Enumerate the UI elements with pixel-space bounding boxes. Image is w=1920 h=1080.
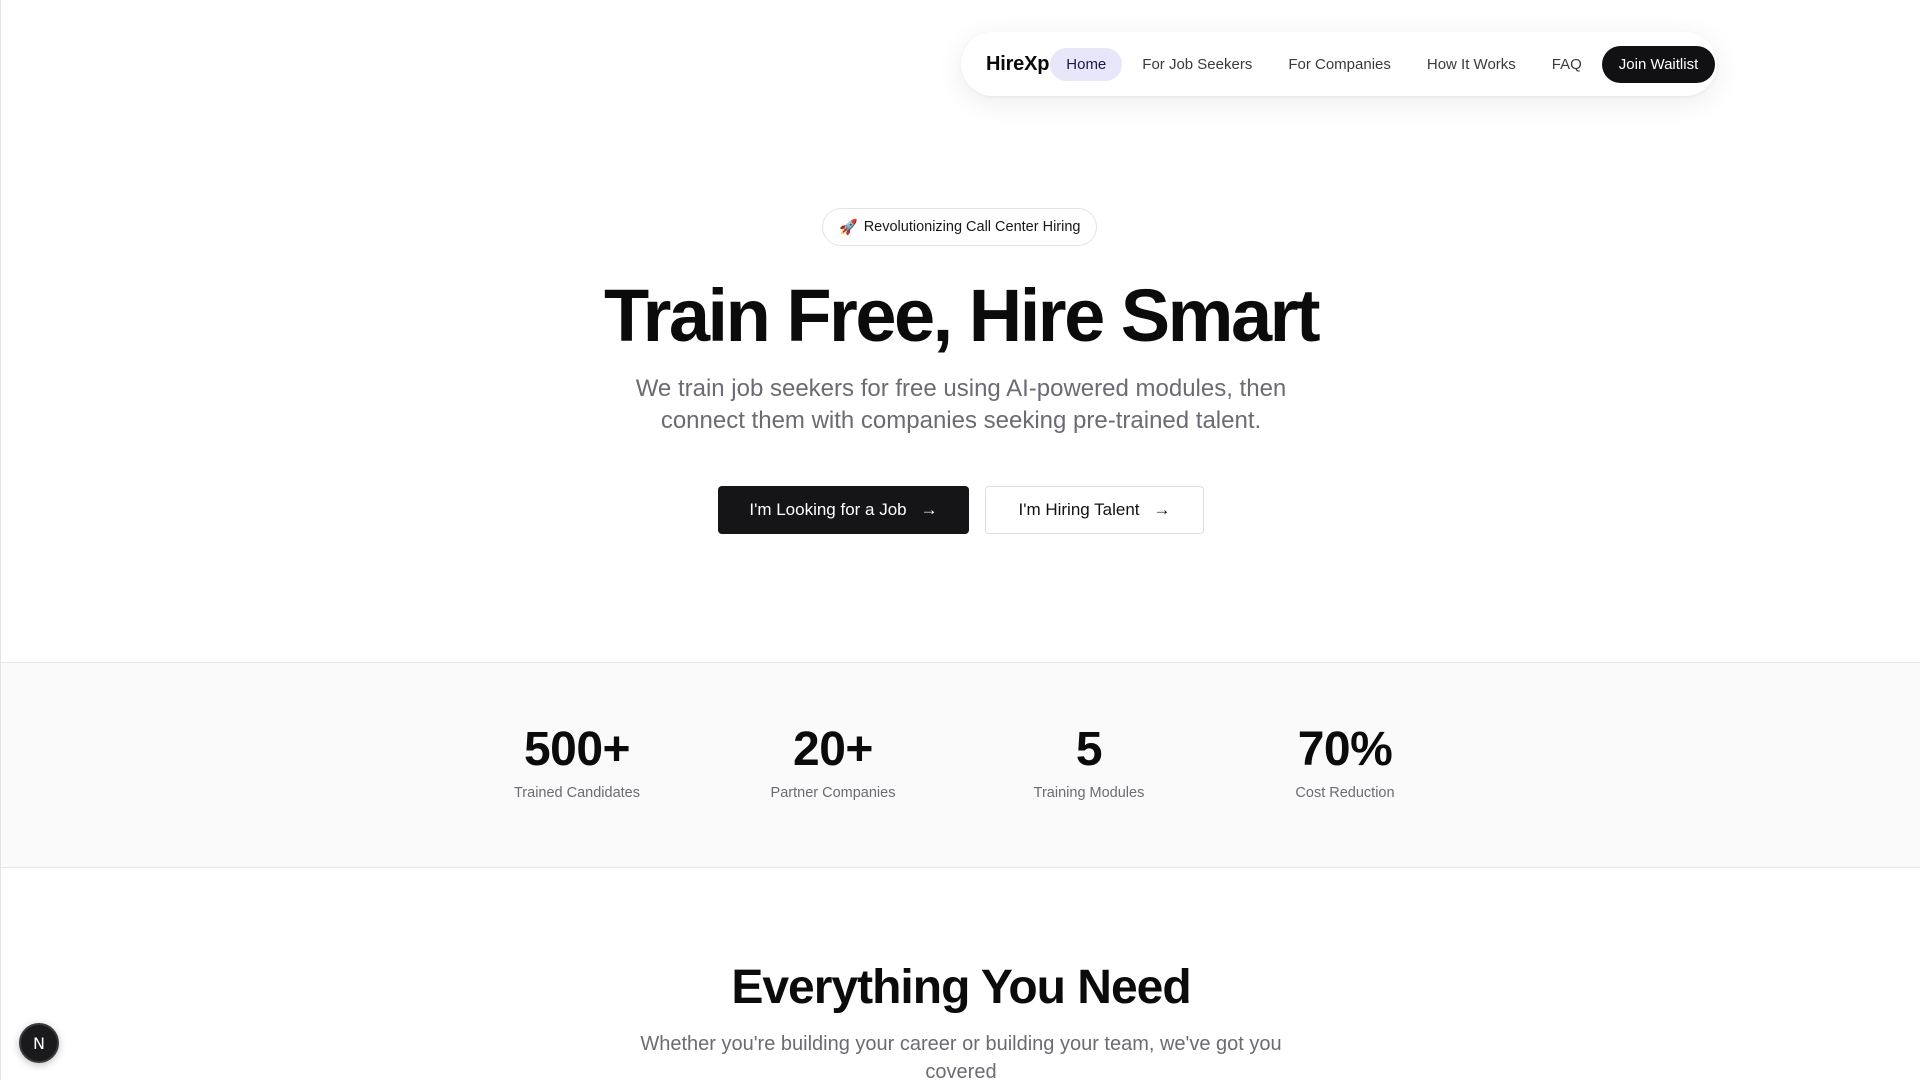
hero-title: Train Free, Hire Smart (603, 274, 1321, 357)
nav-item-how-it-works[interactable]: How It Works (1411, 48, 1532, 81)
nav-item-home[interactable]: Home (1050, 47, 1123, 81)
stat-label: Training Modules (1033, 785, 1145, 801)
hero-badge: 🚀 Revolutionizing Call Center Hiring (822, 208, 1098, 246)
top-navigation: HireXp Home For Job Seekers For Companie… (961, 32, 1717, 96)
stat-value: 70% (1297, 723, 1393, 776)
nav-item-for-job-seekers[interactable]: For Job Seekers (1126, 48, 1268, 81)
hero-subtitle: We train job seekers for free using AI-p… (635, 375, 1287, 434)
stat-value: 20+ (793, 723, 873, 776)
nav-links: Home For Job Seekers For Companies How I… (1050, 47, 1602, 81)
hiring-talent-button[interactable]: I'm Hiring Talent → (985, 486, 1204, 534)
brand-logo[interactable]: HireXp (986, 53, 1049, 76)
stats-section: 500+ Trained Candidates 20+ Partner Comp… (1, 662, 1920, 868)
nav-item-faq[interactable]: FAQ (1536, 48, 1598, 81)
stat-label: Trained Candidates (513, 785, 640, 801)
stat-value: 500+ (523, 723, 631, 776)
stat-cost-reduction: 70% Cost Reduction (1225, 723, 1465, 801)
stat-label: Partner Companies (770, 785, 896, 801)
looking-for-job-button[interactable]: I'm Looking for a Job → (718, 486, 969, 534)
join-waitlist-button[interactable]: Join Waitlist (1601, 45, 1716, 83)
hero-badge-text: Revolutionizing Call Center Hiring (863, 219, 1081, 235)
stat-training-modules: 5 Training Modules (969, 723, 1209, 801)
rocket-icon: 🚀 (839, 219, 858, 236)
stat-value: 5 (1075, 723, 1103, 776)
looking-for-job-label: I'm Looking for a Job (749, 500, 907, 519)
arrow-right-icon: → (920, 500, 938, 519)
stat-label: Cost Reduction (1295, 785, 1395, 801)
section-title: Everything You Need (731, 961, 1191, 1014)
hiring-talent-label: I'm Hiring Talent (1018, 500, 1140, 519)
arrow-right-icon: → (1153, 500, 1171, 519)
nav-item-for-companies[interactable]: For Companies (1272, 48, 1407, 81)
dev-tools-badge[interactable]: N (19, 1023, 59, 1063)
stat-trained-candidates: 500+ Trained Candidates (457, 723, 697, 801)
section-subtitle: Whether you're building your career or b… (640, 1033, 1282, 1080)
stat-partner-companies: 20+ Partner Companies (713, 723, 953, 801)
